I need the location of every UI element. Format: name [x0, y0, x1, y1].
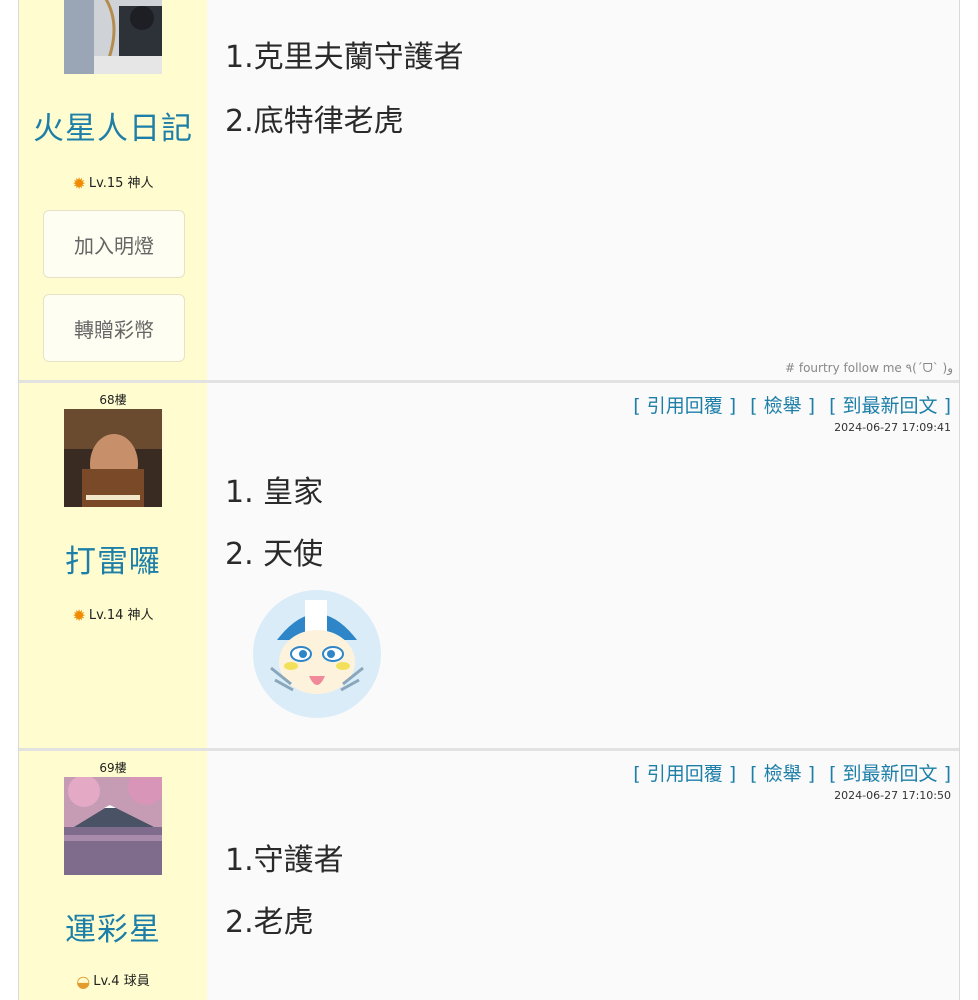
post-actions: [ 引用回覆 ] [ 檢舉 ] [ 到最新回文 ] [633, 759, 951, 786]
floor-number: 68樓 [99, 393, 127, 407]
quote-reply-link[interactable]: [ 引用回覆 ] [633, 763, 736, 785]
username[interactable]: 火星人日記 [19, 103, 207, 148]
report-link[interactable]: [ 檢舉 ] [750, 763, 815, 785]
post-1: 火星人日記 ✹ Lv.15 神人 加入明燈 轉贈彩幣 1.克里夫蘭守護者 2.底特… [19, 0, 959, 380]
avatar[interactable] [64, 409, 162, 507]
latest-reply-link[interactable]: [ 到最新回文 ] [829, 763, 951, 785]
post-content: [ 引用回覆 ] [ 檢舉 ] [ 到最新回文 ] 2024-06-27 17:09… [207, 383, 959, 748]
user-sidebar: 火星人日記 ✹ Lv.15 神人 加入明燈 轉贈彩幣 [19, 0, 207, 380]
content-line: 2.底特律老虎 [225, 104, 404, 139]
report-link[interactable]: [ 檢舉 ] [750, 395, 815, 417]
username[interactable]: 打雷囉 [19, 536, 207, 581]
user-level: ✹ Lv.14 神人 [19, 604, 207, 625]
content-line: 2.老虎 [225, 905, 314, 940]
level-text: Lv.14 神人 [88, 608, 154, 623]
avatar[interactable] [64, 777, 162, 875]
level-text: Lv.4 球員 [93, 974, 150, 989]
post-timestamp: 2024-06-27 17:10:50 [834, 789, 951, 802]
user-sidebar: 68樓 打雷囉 ✹ Lv.14 神人 [19, 383, 207, 748]
content-line: 1.克里夫蘭守護者 [225, 40, 464, 75]
sun-icon: ✹ [72, 606, 86, 625]
add-lamp-button[interactable]: 加入明燈 [43, 210, 185, 278]
content-line: 1.守護者 [225, 843, 344, 878]
level-text: Lv.15 神人 [88, 176, 154, 191]
post-timestamp: 2024-06-27 17:09:41 [834, 421, 951, 434]
user-level: ✹ Lv.15 神人 [19, 172, 207, 193]
latest-reply-link[interactable]: [ 到最新回文 ] [829, 395, 951, 417]
user-level: ◒ Lv.4 球員 [19, 970, 207, 991]
planet-icon: ◒ [76, 972, 91, 991]
avatar[interactable] [64, 0, 162, 74]
post-actions: [ 引用回覆 ] [ 檢舉 ] [ 到最新回文 ] [633, 391, 951, 418]
sun-icon: ✹ [72, 174, 86, 193]
post-content: 1.克里夫蘭守護者 2.底特律老虎 # fourtry follow me ٩(… [207, 0, 959, 380]
post-content: [ 引用回覆 ] [ 檢舉 ] [ 到最新回文 ] 2024-06-27 17:10… [207, 751, 959, 1000]
content-line: 1. 皇家 [225, 475, 324, 510]
cartoon-face-sticker [251, 588, 383, 720]
thread-container: 火星人日記 ✹ Lv.15 神人 加入明燈 轉贈彩幣 1.克里夫蘭守護者 2.底特… [18, 0, 960, 1000]
floor-number: 69樓 [99, 761, 127, 775]
post-68: 68樓 打雷囉 ✹ Lv.14 神人 [ 引用回覆 ] [ 檢舉 ] [ 到最新回文 … [19, 383, 959, 748]
content-line: 2. 天使 [225, 537, 324, 572]
signature: # fourtry follow me ٩(ˊᗜˋ )و [784, 361, 953, 375]
username[interactable]: 運彩星 [19, 904, 207, 949]
post-69: 69樓 運彩星 ◒Lv.4 球員 [ 引用回覆 ][ 檢舉 ][ 到最新回文 [19, 751, 959, 1000]
gift-coins-button[interactable]: 轉贈彩幣 [43, 294, 185, 362]
quote-reply-link[interactable]: [ 引用回覆 ] [633, 395, 736, 417]
user-sidebar: 69樓 運彩星 ◒ Lv.4 球員 [19, 751, 207, 1000]
